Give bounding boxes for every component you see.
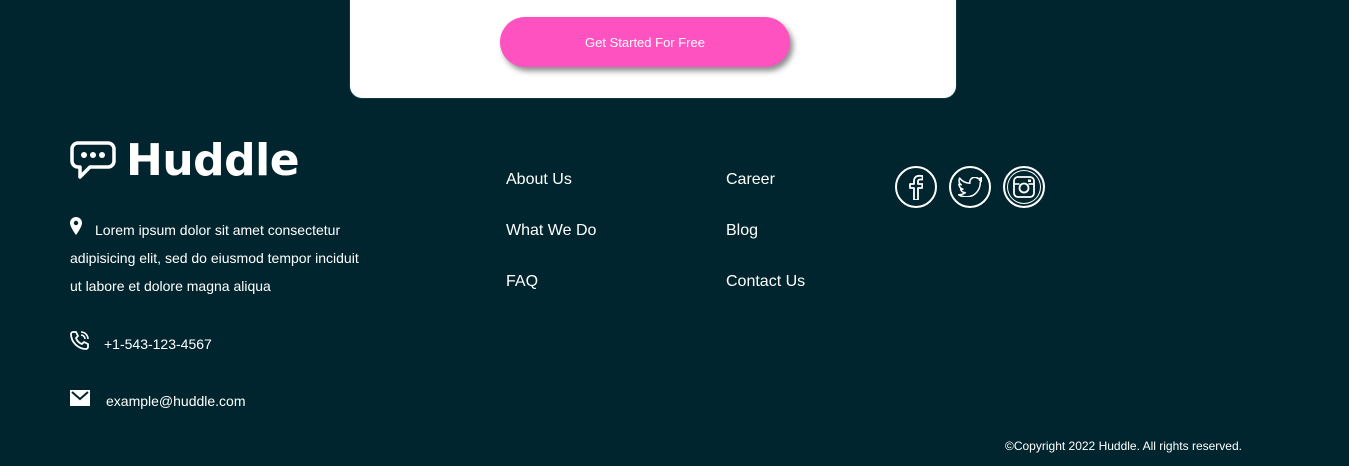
chat-bubble-icon (70, 141, 116, 179)
location-pin-icon (70, 217, 82, 235)
facebook-icon[interactable] (895, 166, 937, 208)
email-address[interactable]: example@huddle.com (106, 393, 246, 409)
phone-row: +1-543-123-4567 (70, 328, 212, 352)
address-text: Lorem ipsum dolor sit amet consectetur a… (70, 222, 359, 294)
instagram-icon[interactable] (1003, 166, 1045, 208)
copyright-text: ©Copyright 2022 Huddle. All rights reser… (1005, 439, 1242, 453)
cta-card: Get Started For Free (349, 0, 957, 99)
link-career[interactable]: Career (726, 171, 805, 222)
envelope-icon (70, 390, 90, 406)
huddle-logo[interactable]: Huddle (70, 135, 300, 186)
footer-page: Get Started For Free Huddle Lorem ipsum … (0, 0, 1349, 466)
address-block: Lorem ipsum dolor sit amet consectetur a… (70, 216, 360, 300)
footer-links-column-1: About Us What We Do FAQ (506, 171, 596, 324)
brand-name: Huddle (126, 135, 300, 186)
phone-number[interactable]: +1-543-123-4567 (104, 336, 212, 352)
footer-links-column-2: Career Blog Contact Us (726, 171, 805, 324)
social-links (895, 166, 1057, 208)
link-about-us[interactable]: About Us (506, 171, 596, 222)
link-blog[interactable]: Blog (726, 222, 805, 273)
link-what-we-do[interactable]: What We Do (506, 222, 596, 273)
link-faq[interactable]: FAQ (506, 273, 596, 324)
get-started-button[interactable]: Get Started For Free (500, 17, 790, 67)
twitter-icon[interactable] (949, 166, 991, 208)
email-row: example@huddle.com (70, 387, 246, 409)
phone-icon (70, 330, 89, 350)
link-contact-us[interactable]: Contact Us (726, 273, 805, 324)
